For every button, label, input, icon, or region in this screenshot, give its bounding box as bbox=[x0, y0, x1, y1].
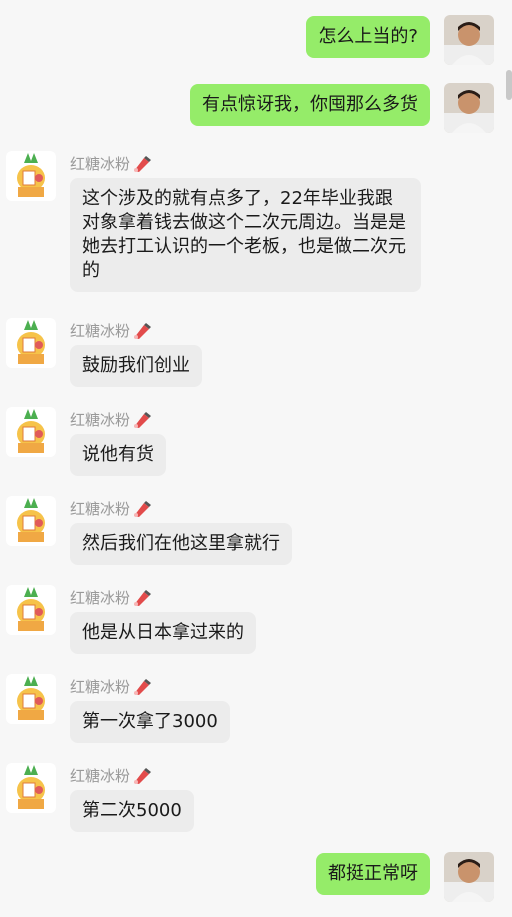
other-avatar[interactable] bbox=[6, 496, 56, 546]
other-avatar[interactable] bbox=[6, 763, 56, 813]
other-avatar[interactable] bbox=[6, 407, 56, 457]
other-avatar[interactable] bbox=[6, 318, 56, 368]
message-bubble[interactable]: 这个涉及的就有点多了，22年毕业我跟对象拿着钱去做这个二次元周边。当是是她去打工… bbox=[70, 178, 421, 292]
other-avatar[interactable] bbox=[6, 674, 56, 724]
message-bubble[interactable]: 有点惊讶我，你囤那么多货 bbox=[190, 84, 430, 126]
message-bubble[interactable]: 他是从日本拿过来的 bbox=[70, 612, 256, 654]
pen-badge-icon bbox=[132, 767, 152, 785]
pen-badge-icon bbox=[132, 411, 152, 429]
sender-name: 红糖冰粉 bbox=[70, 676, 152, 697]
chat-screen: { "other_user": { "name": "红糖冰粉" }, "mes… bbox=[0, 0, 512, 917]
self-avatar[interactable] bbox=[444, 15, 494, 65]
self-avatar[interactable] bbox=[444, 852, 494, 902]
message-bubble[interactable]: 怎么上当的? bbox=[306, 16, 430, 58]
sender-name: 红糖冰粉 bbox=[70, 153, 152, 174]
message-bubble[interactable]: 第一次拿了3000 bbox=[70, 701, 230, 743]
sender-name: 红糖冰粉 bbox=[70, 765, 152, 786]
message-bubble[interactable]: 第二次5000 bbox=[70, 790, 194, 832]
pen-badge-icon bbox=[132, 678, 152, 696]
scrollbar[interactable] bbox=[506, 70, 512, 100]
other-avatar[interactable] bbox=[6, 151, 56, 201]
pen-badge-icon bbox=[132, 322, 152, 340]
sender-name: 红糖冰粉 bbox=[70, 409, 152, 430]
message-bubble[interactable]: 然后我们在他这里拿就行 bbox=[70, 523, 292, 565]
message-bubble[interactable]: 说他有货 bbox=[70, 434, 166, 476]
pen-badge-icon bbox=[132, 500, 152, 518]
other-avatar[interactable] bbox=[6, 585, 56, 635]
sender-name: 红糖冰粉 bbox=[70, 587, 152, 608]
pen-badge-icon bbox=[132, 155, 152, 173]
self-avatar[interactable] bbox=[444, 83, 494, 133]
sender-name: 红糖冰粉 bbox=[70, 320, 152, 341]
message-bubble[interactable]: 鼓励我们创业 bbox=[70, 345, 202, 387]
message-bubble[interactable]: 都挺正常呀 bbox=[316, 853, 430, 895]
sender-name: 红糖冰粉 bbox=[70, 498, 152, 519]
pen-badge-icon bbox=[132, 589, 152, 607]
